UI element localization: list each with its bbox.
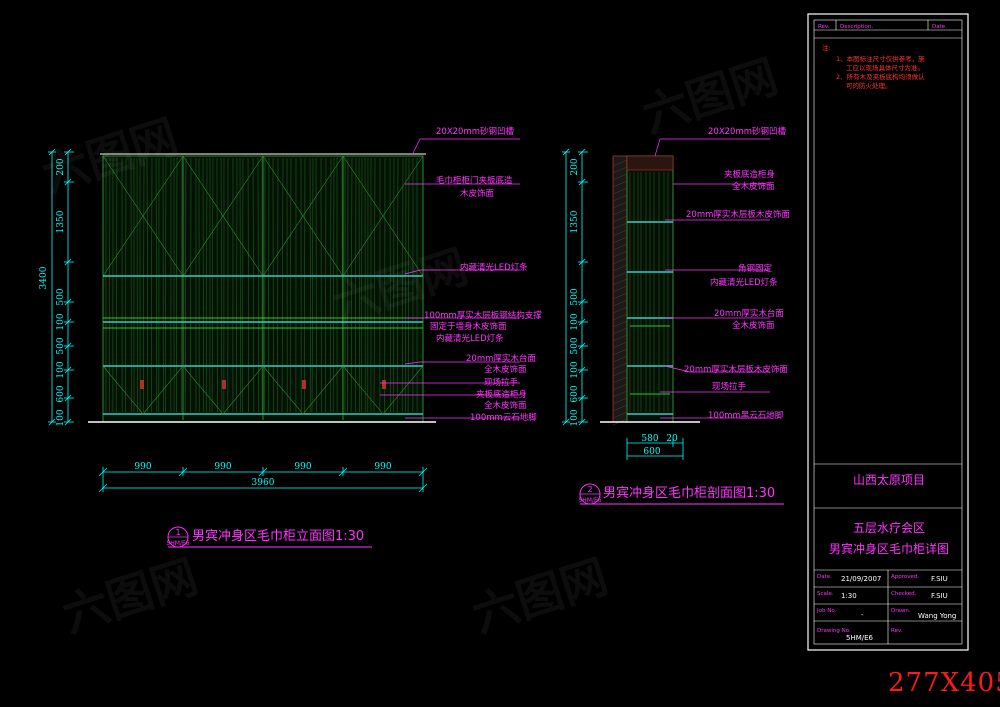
project-name: 山西太原项目 <box>853 472 925 487</box>
checked-value: F.SIU <box>931 592 948 600</box>
section-height-500b: 500 <box>570 337 580 354</box>
drawing-title-2: 男宾冲身区毛巾柜详图 <box>829 541 949 556</box>
notes-heading: 注: <box>822 43 831 52</box>
section-label-countertop: 20mm厚实木台面 <box>714 308 784 319</box>
elevation-label-shelf-steel: 100mm厚实木层板钢结构支撑 <box>424 310 542 321</box>
rev-label: Rev. <box>891 628 903 634</box>
elevation-height-600: 600 <box>56 385 66 402</box>
checked-label: Checked. <box>891 591 917 597</box>
section-label-led: 内藏清光LED灯条 <box>710 277 778 288</box>
elevation-title-ref: 5HM/E6 <box>166 540 189 547</box>
section-depth-20: 20 <box>666 434 678 444</box>
elevation-label-countertop: 20mm厚实木台面 <box>466 353 536 364</box>
section-depth-total: 600 <box>643 447 660 457</box>
elevation-label-veneer: 木皮饰面 <box>460 188 495 199</box>
elevation-label-handle: 现场拉手 <box>484 377 519 388</box>
section-height-100b: 100 <box>570 361 580 378</box>
section-height-100c: 100 <box>570 409 580 426</box>
elevation-title-text: 男宾冲身区毛巾柜立面图1:30 <box>192 528 364 544</box>
elevation-height-total: 3400 <box>39 266 49 289</box>
section-label-angle-steel: 角钢固定 <box>738 263 773 274</box>
section-title-number: 2 <box>587 485 592 494</box>
date-value: 21/09/2007 <box>841 575 881 583</box>
elevation-label-wall-fixed: 固定于墙身木皮饰面 <box>430 321 507 332</box>
date-label: Date. <box>817 574 832 580</box>
notes-line-3: 2、所有木及夹板底构均须做认 <box>836 72 925 81</box>
elevation-height-500a: 500 <box>56 288 66 305</box>
scale-label: Scale. <box>817 591 834 597</box>
elevation-width-990d: 990 <box>374 462 391 472</box>
drawn-value: Wang Yong <box>918 612 956 620</box>
section-label-shelf-2: 20mm厚实木层板木皮饰面 <box>684 364 788 375</box>
elevation-label-led-1: 内藏清光LED灯条 <box>460 262 528 273</box>
section-title-text: 男宾冲身区毛巾柜剖面图1:30 <box>603 485 775 501</box>
section-label-carcass: 夹板底造柜身 <box>724 169 775 180</box>
drawing-no-value: 5HM/E6 <box>846 634 874 642</box>
approved-label: Approved. <box>891 574 919 580</box>
elevation-height-200: 200 <box>56 158 66 175</box>
elevation-label-veneer-3: 全木皮饰面 <box>484 400 527 411</box>
scale-value: 1:30 <box>841 592 857 600</box>
section-title-ref: 5HM/E6 <box>578 497 601 504</box>
elevation-label-veneer-2: 全木皮饰面 <box>484 364 527 375</box>
job-label: Job No. <box>816 608 837 614</box>
section-label-plinth: 100mm黑云石地脚 <box>708 410 783 421</box>
elevation-width-990a: 990 <box>134 462 151 472</box>
section-label-groove: 20X20mm砂钢凹槽 <box>708 126 787 137</box>
title-block-rev-header: Rev. <box>818 24 830 30</box>
elevation-label-carcass: 夹板底造柜身 <box>476 389 527 400</box>
elevation-height-1350: 1350 <box>56 210 66 233</box>
notes-line-2: 工应以现场具体尺寸为准。 <box>846 63 924 72</box>
drawing-title-1: 五层水疗会区 <box>853 521 925 535</box>
notes-line-4: 可的防火处理。 <box>846 81 892 90</box>
elevation-height-500b: 500 <box>56 337 66 354</box>
elevation-height-100b: 100 <box>56 361 66 378</box>
section-label-shelf-1: 20mm厚实木层板木皮饰面 <box>686 209 790 220</box>
sheet-size-label: 277X405 <box>888 668 1000 698</box>
section-height-200: 200 <box>570 158 580 175</box>
elevation-label-plinth: 100mm云石地脚 <box>470 412 537 423</box>
section-height-500a: 500 <box>570 288 580 305</box>
elevation-width-990b: 990 <box>214 462 231 472</box>
title-block-description-header: Description. <box>840 24 873 30</box>
approved-value: F.SIU <box>931 575 948 583</box>
section-label-veneer-2: 全木皮饰面 <box>732 320 775 331</box>
title-block-date-header: Date. <box>932 24 947 30</box>
elevation-height-100a: 100 <box>56 313 66 330</box>
elevation-width-990c: 990 <box>294 462 311 472</box>
elevation-label-led-2: 内藏清光LED灯条 <box>436 333 504 344</box>
notes-line-1: 1、本图标注尺寸仅供参考，施 <box>836 54 925 63</box>
elevation-label-groove: 20X20mm砂钢凹槽 <box>436 126 515 137</box>
elevation-height-100c: 100 <box>56 409 66 426</box>
section-label-handle: 现场拉手 <box>712 381 747 392</box>
elevation-label-door: 毛巾柜柜门夹板底造 <box>436 175 513 186</box>
section-height-1350: 1350 <box>570 210 580 233</box>
elevation-width-total: 3960 <box>252 478 275 488</box>
section-depth-580: 580 <box>641 434 658 444</box>
section-label-veneer: 全木皮饰面 <box>732 181 775 192</box>
section-height-600: 600 <box>570 385 580 402</box>
cad-drawing: 200 1350 500 100 500 100 600 100 3400 99… <box>0 0 1000 707</box>
elevation-title-number: 1 <box>175 528 180 537</box>
drawn-label: Drawn. <box>891 608 911 614</box>
elevation-cabinet <box>88 153 436 423</box>
section-height-100a: 100 <box>570 313 580 330</box>
